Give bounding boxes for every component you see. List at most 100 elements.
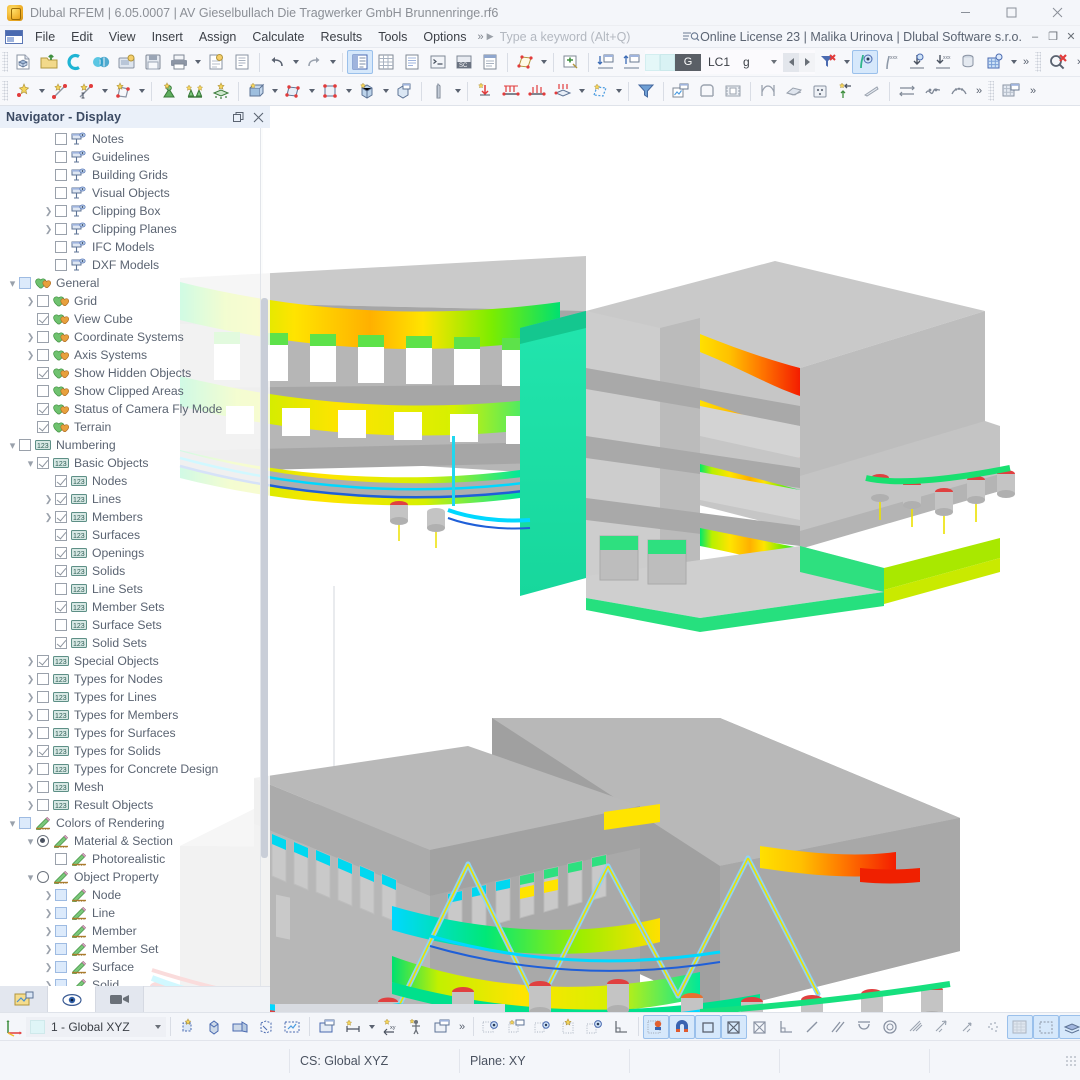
- tree-expander-collapsed-icon[interactable]: ❯: [24, 688, 37, 706]
- navigator-tree[interactable]: Notes Guidelines Building Grids Visual Obje…: [0, 128, 270, 986]
- tree-checkbox[interactable]: [37, 457, 49, 469]
- tree-item[interactable]: Show Clipped Areas: [0, 382, 270, 400]
- object-snap-icon[interactable]: [253, 1015, 279, 1039]
- cloud-model-icon[interactable]: [88, 50, 114, 74]
- tree-item[interactable]: ❯ Line: [0, 904, 270, 922]
- nodal-support-icon[interactable]: [156, 79, 182, 103]
- dotted-grid-icon[interactable]: [1007, 1014, 1033, 1039]
- new-polyline-icon[interactable]: [110, 79, 136, 103]
- tree-expander-collapsed-icon[interactable]: ❯: [24, 742, 37, 760]
- tree-checkbox[interactable]: [55, 565, 67, 577]
- tree-checkbox[interactable]: [55, 889, 67, 901]
- tree-checkbox[interactable]: [19, 277, 31, 289]
- toolbar-grip[interactable]: [1035, 52, 1042, 72]
- tree-item[interactable]: ❯ Clipping Planes: [0, 220, 270, 238]
- tree-expander-expanded-icon[interactable]: ▾: [24, 832, 37, 850]
- tree-expander-expanded-icon[interactable]: ▾: [24, 454, 37, 472]
- new-opening-icon[interactable]: [280, 79, 306, 103]
- maximize-button[interactable]: [988, 0, 1034, 26]
- tree-item[interactable]: ❯ 123 Types for Lines: [0, 688, 270, 706]
- tree-item[interactable]: ▾ Colors of Rendering: [0, 814, 270, 832]
- slice-icon[interactable]: [859, 79, 885, 103]
- tree-checkbox[interactable]: [37, 385, 49, 397]
- result-table-icon[interactable]: [399, 50, 425, 74]
- table-panel-icon[interactable]: [373, 50, 399, 74]
- tree-checkbox[interactable]: [37, 313, 49, 325]
- tree-item[interactable]: ❯ Surface: [0, 958, 270, 976]
- tree-item[interactable]: ❯ Member: [0, 922, 270, 940]
- tree-item[interactable]: IFC Models: [0, 238, 270, 256]
- tree-checkbox[interactable]: [55, 187, 67, 199]
- tree-item[interactable]: 123 Surfaces: [0, 526, 270, 544]
- layers-icon[interactable]: [1059, 1014, 1080, 1039]
- tree-expander-collapsed-icon[interactable]: ❯: [42, 976, 55, 987]
- tree-expander-collapsed-icon[interactable]: ❯: [42, 886, 55, 904]
- tree-checkbox[interactable]: [37, 349, 49, 361]
- surface-edit-icon[interactable]: [512, 50, 538, 74]
- redo-caret-icon[interactable]: [327, 50, 338, 74]
- tree-item[interactable]: ❯ Member Set: [0, 940, 270, 958]
- free-load-icon[interactable]: [587, 79, 613, 103]
- tree-checkbox[interactable]: [55, 637, 67, 649]
- right-angle-icon[interactable]: [773, 1015, 799, 1039]
- dim-line-caret-icon[interactable]: [366, 1015, 377, 1039]
- menu-assign[interactable]: Assign: [191, 27, 245, 47]
- tree-item[interactable]: ❯ Solid: [0, 976, 270, 986]
- animation-icon[interactable]: [720, 79, 746, 103]
- tree-item[interactable]: ❯ Coordinate Systems: [0, 328, 270, 346]
- surface-snap-icon[interactable]: [227, 1015, 253, 1039]
- visible-grid-icon[interactable]: [582, 1015, 608, 1039]
- new-surface-icon[interactable]: [243, 79, 269, 103]
- tab-display-navigator[interactable]: [48, 986, 96, 1012]
- new-line-dim-icon[interactable]: [73, 79, 99, 103]
- tree-checkbox[interactable]: [55, 979, 67, 986]
- tree-item[interactable]: 123 Solid Sets: [0, 634, 270, 652]
- load-case-selector[interactable]: G LC1 g: [645, 50, 816, 74]
- tree-expander-collapsed-icon[interactable]: ❯: [42, 202, 55, 220]
- window-snap-icon[interactable]: [429, 1015, 455, 1039]
- tree-checkbox[interactable]: [37, 709, 49, 721]
- bottom-toolbar-overflow-icon[interactable]: »: [455, 1015, 469, 1039]
- line-support-icon[interactable]: [182, 79, 208, 103]
- tree-checkbox[interactable]: [55, 259, 67, 271]
- tree-checkbox[interactable]: [37, 727, 49, 739]
- tree-item[interactable]: Status of Camera Fly Mode: [0, 400, 270, 418]
- tree-item[interactable]: 123 Solids: [0, 562, 270, 580]
- menu-tools[interactable]: Tools: [370, 27, 415, 47]
- tree-item[interactable]: ▾ 123 Numbering: [0, 436, 270, 454]
- tree-checkbox[interactable]: [55, 619, 67, 631]
- cloud-connect-icon[interactable]: [62, 50, 88, 74]
- menu-calculate[interactable]: Calculate: [244, 27, 312, 47]
- tree-checkbox[interactable]: [37, 673, 49, 685]
- tree-item[interactable]: ❯ Grid: [0, 292, 270, 310]
- tree-radio[interactable]: [37, 871, 49, 883]
- new-cs-icon[interactable]: [175, 1015, 201, 1039]
- tree-item[interactable]: DXF Models: [0, 256, 270, 274]
- result-diagram-icon[interactable]: [904, 50, 930, 74]
- new-solid-set-icon[interactable]: [391, 79, 417, 103]
- tree-expander-collapsed-icon[interactable]: ❯: [42, 220, 55, 238]
- tree-item[interactable]: ❯ 123 Types for Nodes: [0, 670, 270, 688]
- tree-checkbox[interactable]: [37, 403, 49, 415]
- coordinate-system-combo[interactable]: 1 - Global XYZ: [26, 1016, 166, 1037]
- load-case-out-icon[interactable]: [619, 50, 645, 74]
- solid-results-icon[interactable]: [956, 50, 982, 74]
- print-frame-icon[interactable]: [694, 79, 720, 103]
- toolbar-row1-overflow-icon[interactable]: »: [1019, 50, 1033, 74]
- tree-checkbox[interactable]: [55, 547, 67, 559]
- new-node-caret-icon[interactable]: [36, 79, 47, 103]
- tree-item[interactable]: 123 Nodes: [0, 472, 270, 490]
- toolbar-row2-overflow2-icon[interactable]: »: [1026, 79, 1040, 103]
- toolbar-grip[interactable]: [2, 52, 8, 72]
- minimize-button[interactable]: [942, 0, 988, 26]
- new-line-icon[interactable]: [47, 79, 73, 103]
- tree-item[interactable]: ▾ Material & Section: [0, 832, 270, 850]
- tree-checkbox[interactable]: [37, 781, 49, 793]
- previous-load-case-button[interactable]: [783, 52, 800, 72]
- tree-expander-expanded-icon[interactable]: ▾: [6, 814, 19, 832]
- section-icon[interactable]: [781, 79, 807, 103]
- new-opening-caret-icon[interactable]: [306, 79, 317, 103]
- new-line-caret-icon[interactable]: [99, 79, 110, 103]
- tab-camera-navigator[interactable]: [96, 986, 144, 1012]
- tree-expander-collapsed-icon[interactable]: ❯: [24, 328, 37, 346]
